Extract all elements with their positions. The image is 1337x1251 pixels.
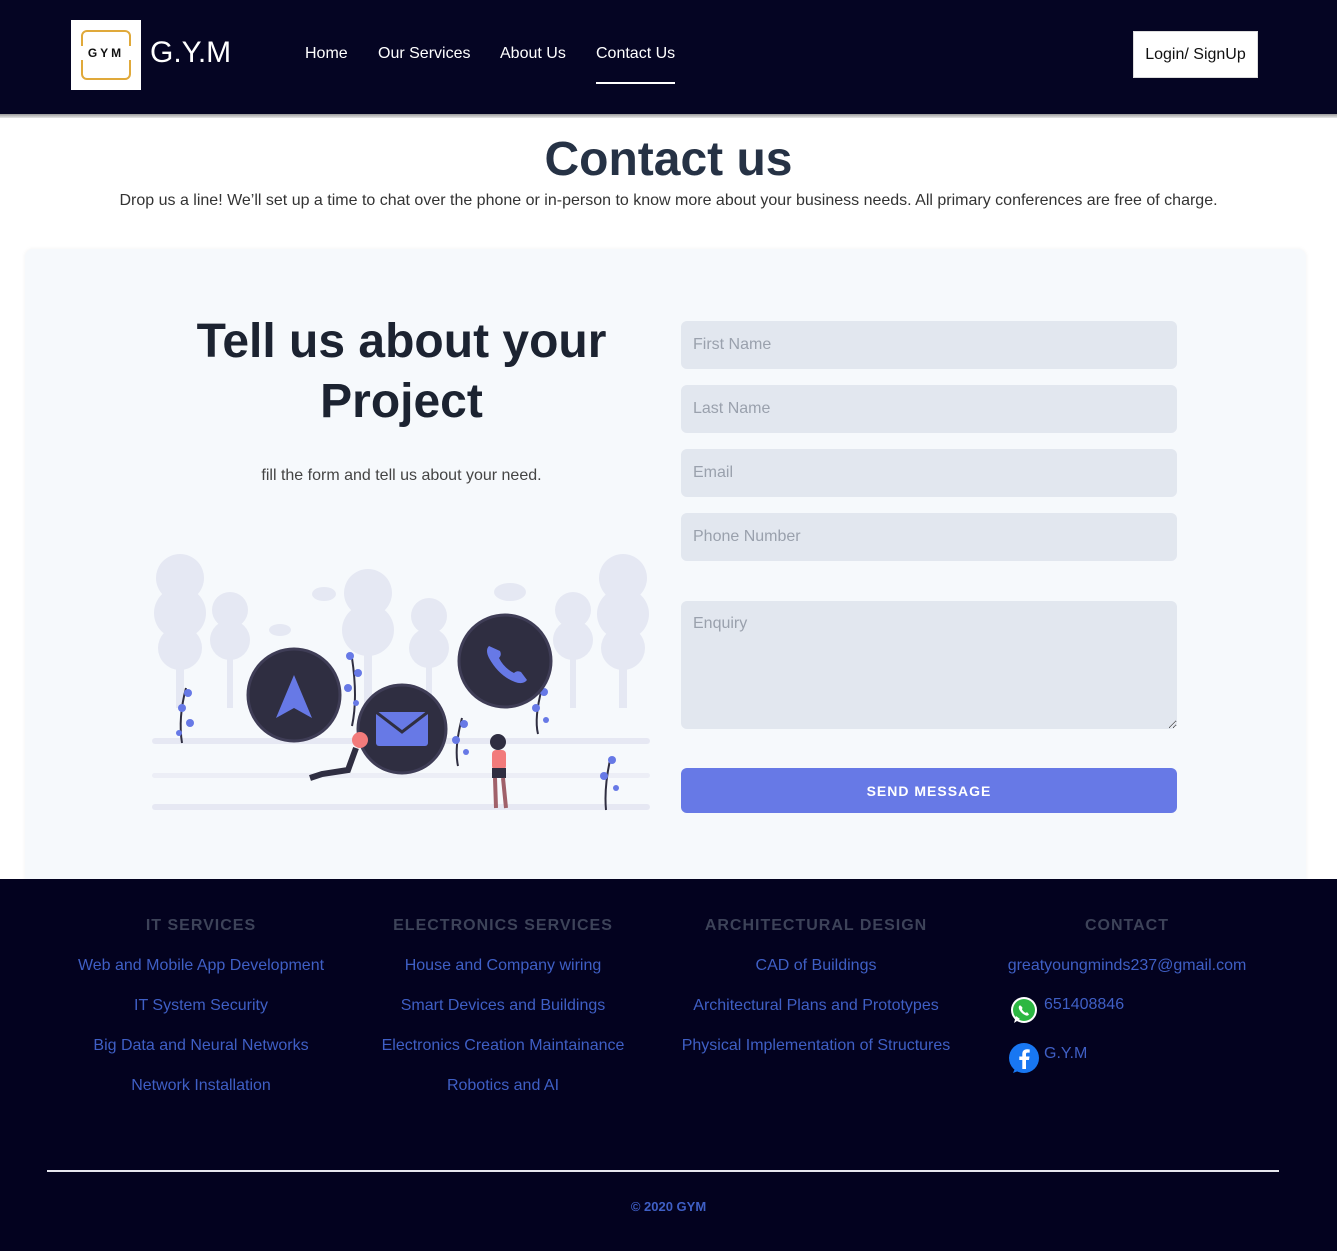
- contact-email-link[interactable]: greatyoungminds237@gmail.com: [1000, 956, 1254, 976]
- header-divider: [0, 114, 1337, 118]
- contact-illustration: [152, 554, 650, 811]
- last-name-input[interactable]: [681, 385, 1177, 433]
- nav-home[interactable]: Home: [305, 45, 348, 63]
- logo[interactable]: GYM: [71, 20, 141, 90]
- footer-divider: [47, 1170, 1279, 1172]
- footer-link[interactable]: Architectural Plans and Prototypes: [666, 996, 966, 1016]
- footer-link[interactable]: Network Installation: [61, 1076, 341, 1096]
- active-nav-indicator: [596, 82, 675, 84]
- footer-heading: IT SERVICES: [145, 917, 257, 934]
- login-signup-button[interactable]: Login/ SignUp: [1133, 31, 1258, 78]
- footer-link[interactable]: IT System Security: [61, 996, 341, 1016]
- footer-column-it-services: IT SERVICES Web and Mobile App Developme…: [61, 916, 341, 1096]
- footer-link[interactable]: Robotics and AI: [363, 1076, 643, 1096]
- footer-heading: ARCHITECTURAL DESIGN: [704, 917, 928, 934]
- first-name-input[interactable]: [681, 321, 1177, 369]
- contact-facebook[interactable]: G.Y.M: [1044, 1045, 1087, 1063]
- footer-link[interactable]: House and Company wiring: [363, 956, 643, 976]
- email-input[interactable]: [681, 449, 1177, 497]
- footer-column-architectural-design: ARCHITECTURAL DESIGN CAD of Buildings Ar…: [666, 916, 966, 1056]
- page-intro: Drop us a line! We’ll set up a time to c…: [119, 192, 1218, 209]
- nav-about-us[interactable]: About Us: [500, 45, 566, 63]
- page-title: Contact us: [544, 133, 793, 186]
- enquiry-textarea[interactable]: [681, 601, 1177, 729]
- brand-name[interactable]: G.Y.M: [150, 36, 231, 70]
- card-title: Tell us about your Project: [196, 315, 607, 428]
- footer-column-contact: CONTACT greatyoungminds237@gmail.com: [1000, 916, 1254, 976]
- footer-link[interactable]: CAD of Buildings: [666, 956, 966, 976]
- whatsapp-icon: [1011, 997, 1037, 1023]
- phone-number-input[interactable]: [681, 513, 1177, 561]
- copyright: © 2020 GYM: [630, 1199, 707, 1214]
- footer-link[interactable]: Big Data and Neural Networks: [61, 1036, 341, 1056]
- footer-heading: CONTACT: [1084, 917, 1170, 934]
- footer-link[interactable]: Electronics Creation Maintainance: [363, 1036, 643, 1056]
- nav-our-services[interactable]: Our Services: [378, 45, 470, 63]
- footer-link[interactable]: Web and Mobile App Development: [61, 956, 341, 976]
- nav-contact-us[interactable]: Contact Us: [596, 45, 675, 63]
- facebook-icon: [1009, 1043, 1039, 1073]
- footer-heading: ELECTRONICS SERVICES: [393, 917, 613, 934]
- card-subtitle: fill the form and tell us about your nee…: [261, 467, 542, 484]
- footer-link[interactable]: Smart Devices and Buildings: [363, 996, 643, 1016]
- send-message-button[interactable]: SEND MESSAGE: [681, 768, 1177, 813]
- logo-mark: GYM: [75, 24, 137, 86]
- contact-phone[interactable]: 651408846: [1044, 996, 1124, 1014]
- logo-text: GYM: [75, 46, 137, 60]
- footer-column-electronics-services: ELECTRONICS SERVICES House and Company w…: [363, 916, 643, 1096]
- footer-link[interactable]: Physical Implementation of Structures: [666, 1036, 966, 1056]
